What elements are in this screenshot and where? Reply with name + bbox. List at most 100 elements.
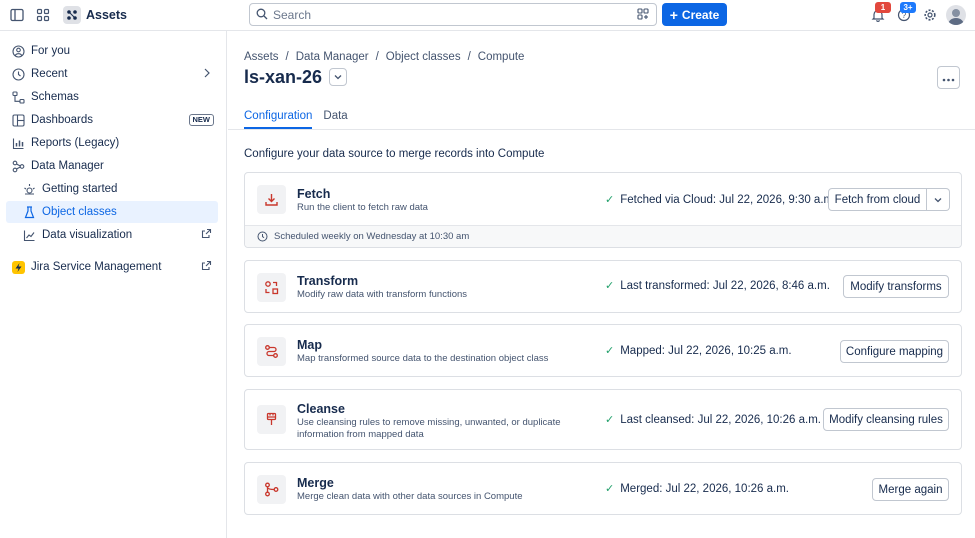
merge-again-button[interactable]: Merge again [872, 478, 949, 501]
tab-configuration[interactable]: Configuration [244, 110, 313, 129]
step-card-transform: Transform Modify raw data with transform… [244, 260, 962, 313]
person-circle-icon [11, 44, 25, 58]
gear-icon[interactable] [919, 4, 941, 26]
sidebar-item-getting-started[interactable]: Getting started [6, 178, 218, 200]
step-title: Merge [297, 476, 334, 490]
assets-logo-icon[interactable] [63, 6, 81, 24]
sidebar-item-label: Dashboards [31, 114, 94, 126]
step-description: Modify raw data with transform functions [297, 289, 468, 300]
search-input[interactable]: Search [249, 3, 657, 26]
more-actions-button[interactable] [937, 66, 960, 89]
step-title: Map [297, 338, 322, 352]
sidebar-item-label: Object classes [42, 206, 117, 218]
map-route-icon [257, 337, 286, 366]
sidebar-item-schemas[interactable]: Schemas [6, 86, 218, 108]
status-text: Merged: Jul 22, 2026, 10:26 a.m. [620, 482, 789, 495]
transform-icon [257, 273, 286, 302]
status-text: Last cleansed: Jul 22, 2026, 10:26 a.m. [620, 413, 821, 426]
step-card-cleanse: Cleanse Use cleansing rules to remove mi… [244, 389, 962, 450]
status-text: Mapped: Jul 22, 2026, 10:25 a.m. [620, 344, 792, 357]
schema-icon [11, 90, 25, 104]
sidebar-item-label: Schemas [31, 91, 79, 103]
check-icon: ✓ [605, 280, 615, 292]
search-placeholder: Search [273, 8, 312, 22]
fetch-from-cloud-button[interactable]: Fetch from cloud [828, 188, 927, 211]
modify-transforms-button[interactable]: Modify transforms [843, 275, 949, 298]
external-link-icon[interactable] [201, 260, 212, 274]
avatar[interactable] [946, 5, 966, 25]
sidebar-item-object-classes[interactable]: Object classes [6, 201, 218, 223]
create-button-label: Create [681, 7, 720, 22]
breadcrumb-item[interactable]: Compute [478, 51, 525, 63]
breadcrumb-item[interactable]: Data Manager [296, 51, 369, 63]
sidebar-item-data-manager[interactable]: Data Manager [6, 155, 218, 177]
sidebar-item-label: Reports (Legacy) [31, 137, 120, 149]
sidebar-item-for-you[interactable]: For you [6, 40, 218, 62]
step-title: Transform [297, 274, 359, 288]
check-icon: ✓ [605, 345, 615, 357]
step-description: Map transformed source data to the desti… [297, 353, 549, 364]
new-lozenge: NEW [188, 114, 214, 126]
sidebar-item-label: Jira Service Management [31, 261, 162, 273]
configure-mapping-button[interactable]: Configure mapping [840, 340, 949, 363]
jsm-logo-icon [11, 260, 25, 274]
chevron-down-icon [333, 70, 343, 84]
step-title: Cleanse [297, 402, 345, 416]
sparkle-icon [22, 182, 36, 196]
step-card-merge: Merge Merge clean data with other data s… [244, 462, 962, 515]
sidebar-item-dashboards[interactable]: Dashboards NEW [6, 109, 218, 131]
breadcrumb-item[interactable]: Object classes [386, 51, 461, 63]
step-title: Fetch [297, 187, 331, 201]
step-status: ✓ Last transformed: Jul 22, 2026, 8:46 a… [605, 279, 830, 293]
page-title: ls-xan-26 [244, 67, 323, 87]
sidebar-item-label: Getting started [42, 183, 118, 195]
chevron-down-icon [933, 193, 943, 207]
step-status: ✓ Mapped: Jul 22, 2026, 10:25 a.m. [605, 344, 792, 358]
app-switcher-icon[interactable] [32, 4, 54, 26]
clock-icon [257, 231, 268, 242]
tab-list: Configuration Data [244, 110, 348, 129]
modify-cleansing-rules-button[interactable]: Modify cleansing rules [823, 408, 949, 431]
step-status: ✓ Merged: Jul 22, 2026, 10:26 a.m. [605, 482, 789, 496]
flask-icon [22, 205, 36, 219]
sidebar-item-jira-service-management[interactable]: Jira Service Management [6, 256, 218, 278]
plus-icon: + [669, 6, 678, 23]
title-dropdown-button[interactable] [329, 68, 347, 86]
step-description: Run the client to fetch raw data [297, 202, 428, 213]
app-name[interactable]: Assets [86, 8, 127, 22]
status-text: Fetched via Cloud: Jul 22, 2026, 9:30 a.… [620, 193, 837, 206]
status-text: Last transformed: Jul 22, 2026, 8:46 a.m… [620, 279, 830, 292]
step-description: Use cleansing rules to remove missing, u… [297, 417, 561, 440]
check-icon: ✓ [605, 414, 615, 426]
sidebar-item-data-visualization[interactable]: Data visualization [6, 224, 218, 246]
create-button[interactable]: + Create [662, 3, 727, 26]
sidebar-item-recent[interactable]: Recent [6, 63, 218, 85]
clock-icon [11, 67, 25, 81]
sidebar-toggle-icon[interactable] [6, 4, 28, 26]
fetch-options-dropdown[interactable] [927, 188, 950, 211]
merge-icon [257, 475, 286, 504]
schedule-text: Scheduled weekly on Wednesday at 10:30 a… [274, 231, 470, 242]
breadcrumb: Assets / Data Manager / Object classes /… [244, 51, 524, 63]
external-link-icon[interactable] [201, 228, 212, 242]
tab-data[interactable]: Data [323, 110, 347, 129]
step-status: ✓ Last cleansed: Jul 22, 2026, 10:26 a.m… [605, 413, 821, 427]
intro-text: Configure your data source to merge reco… [244, 148, 545, 160]
more-icon [942, 71, 955, 85]
sidebar-item-label: Data Manager [31, 160, 104, 172]
breadcrumb-separator: / [285, 51, 289, 63]
check-icon: ✓ [605, 483, 615, 495]
tabs-divider [228, 129, 975, 130]
help-badge: 3+ [900, 2, 916, 13]
main-content: Assets / Data Manager / Object classes /… [228, 31, 975, 538]
step-card-map: Map Map transformed source data to the d… [244, 324, 962, 377]
step-card-fetch: Fetch Run the client to fetch raw data ✓… [244, 172, 962, 248]
brush-icon [257, 405, 286, 434]
search-icon [256, 8, 268, 23]
chart-icon [11, 136, 25, 150]
chevron-right-icon[interactable] [202, 67, 212, 82]
scan-icon[interactable] [637, 8, 649, 23]
sidebar-item-label: Recent [31, 68, 68, 80]
breadcrumb-item[interactable]: Assets [244, 51, 279, 63]
sidebar-item-reports[interactable]: Reports (Legacy) [6, 132, 218, 154]
